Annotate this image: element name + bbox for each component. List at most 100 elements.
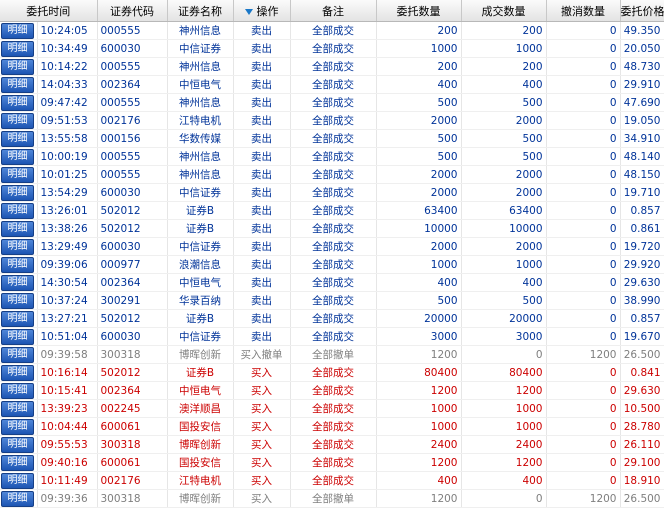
detail-button[interactable]: 明细 bbox=[1, 59, 34, 75]
deal-cell: 10000 bbox=[461, 219, 547, 238]
col-header-note[interactable]: 备注 bbox=[290, 0, 377, 22]
detail-button[interactable]: 明细 bbox=[1, 419, 34, 435]
detail-button[interactable]: 明细 bbox=[1, 131, 34, 147]
code-cell: 000977 bbox=[97, 255, 168, 274]
detail-button[interactable]: 明细 bbox=[1, 437, 34, 453]
table-row[interactable]: 明细 13:38:26 502012 证券B 卖出 全部成交 10000 10000 0 0.86… bbox=[0, 219, 664, 238]
code-cell: 002364 bbox=[97, 381, 168, 400]
col-header-code[interactable]: 证券代码 bbox=[97, 0, 168, 22]
table-row[interactable]: 明细 09:39:58 300318 博晖创新 买入撤单 全部撤单 1200 0 1200 26.… bbox=[0, 345, 664, 364]
detail-button[interactable]: 明细 bbox=[1, 239, 34, 255]
detail-button[interactable]: 明细 bbox=[1, 311, 34, 327]
detail-button[interactable]: 明细 bbox=[1, 149, 34, 165]
table-row[interactable]: 明细 13:26:01 502012 证券B 卖出 全部成交 63400 63400 0 0.85… bbox=[0, 201, 664, 220]
col-header-qty[interactable]: 委托数量 bbox=[376, 0, 462, 22]
op-cell: 买入 bbox=[233, 453, 291, 472]
time-cell: 10:04:44 bbox=[37, 417, 98, 436]
table-row[interactable]: 明细 10:11:49 002176 江特电机 买入 全部成交 400 400 0 18.910 bbox=[0, 471, 664, 490]
table-row[interactable]: 明细 13:39:23 002245 澳洋顺昌 买入 全部成交 1000 1000 0 10.50… bbox=[0, 399, 664, 418]
code-cell: 502012 bbox=[97, 219, 168, 238]
col-header-deal[interactable]: 成交数量 bbox=[461, 0, 547, 22]
detail-button[interactable]: 明细 bbox=[1, 203, 34, 219]
cancel-cell: 0 bbox=[546, 201, 621, 220]
table-row[interactable]: 明细 10:51:04 600030 中信证券 卖出 全部成交 3000 3000 0 19.67… bbox=[0, 327, 664, 346]
time-cell: 09:55:53 bbox=[37, 435, 98, 454]
cancel-cell: 0 bbox=[546, 453, 621, 472]
table-row[interactable]: 明细 09:39:36 300318 博晖创新 买入 全部撤单 1200 0 1200 26.50… bbox=[0, 489, 664, 508]
table-row[interactable]: 明细 10:37:24 300291 华录百纳 卖出 全部成交 500 500 0 38.990 bbox=[0, 291, 664, 310]
table-row[interactable]: 明细 13:29:49 600030 中信证券 卖出 全部成交 2000 2000 0 19.72… bbox=[0, 237, 664, 256]
table-row[interactable]: 明细 09:55:53 300318 博晖创新 买入 全部成交 2400 2400 0 26.11… bbox=[0, 435, 664, 454]
op-cell: 买入 bbox=[233, 381, 291, 400]
detail-button[interactable]: 明细 bbox=[1, 41, 34, 57]
name-cell: 证券B bbox=[167, 201, 234, 220]
table-row[interactable]: 明细 09:47:42 000555 神州信息 卖出 全部成交 500 500 0 47.690 bbox=[0, 93, 664, 112]
detail-button[interactable]: 明细 bbox=[1, 77, 34, 93]
qty-cell: 2400 bbox=[376, 435, 462, 454]
table-row[interactable]: 明细 09:40:16 600061 国投安信 买入 全部成交 1200 1200 0 29.10… bbox=[0, 453, 664, 472]
qty-cell: 400 bbox=[376, 75, 462, 94]
name-cell: 华数传媒 bbox=[167, 129, 234, 148]
table-row[interactable]: 明细 10:16:14 502012 证券B 买入 全部成交 80400 80400 0 0.84… bbox=[0, 363, 664, 382]
detail-button[interactable]: 明细 bbox=[1, 329, 34, 345]
price-cell: 29.630 bbox=[620, 381, 664, 400]
price-cell: 48.150 bbox=[620, 165, 664, 184]
table-row[interactable]: 明细 10:00:19 000555 神州信息 卖出 全部成交 500 500 0 48.140 bbox=[0, 147, 664, 166]
qty-cell: 200 bbox=[376, 21, 462, 40]
detail-button[interactable]: 明细 bbox=[1, 221, 34, 237]
table-row[interactable]: 明细 09:39:06 000977 浪潮信息 卖出 全部成交 1000 1000 0 29.92… bbox=[0, 255, 664, 274]
table-row[interactable]: 明细 10:34:49 600030 中信证券 卖出 全部成交 1000 1000 0 20.05… bbox=[0, 39, 664, 58]
detail-button[interactable]: 明细 bbox=[1, 113, 34, 129]
detail-button[interactable]: 明细 bbox=[1, 185, 34, 201]
name-cell: 国投安信 bbox=[167, 417, 234, 436]
cancel-cell: 1200 bbox=[546, 345, 621, 364]
deal-cell: 1000 bbox=[461, 255, 547, 274]
detail-button[interactable]: 明细 bbox=[1, 491, 34, 507]
cancel-cell: 0 bbox=[546, 57, 621, 76]
detail-button[interactable]: 明细 bbox=[1, 23, 34, 39]
detail-button[interactable]: 明细 bbox=[1, 383, 34, 399]
cancel-cell: 0 bbox=[546, 93, 621, 112]
detail-button[interactable]: 明细 bbox=[1, 95, 34, 111]
table-row[interactable]: 明细 14:30:54 002364 中恒电气 卖出 全部成交 400 400 0 29.630 bbox=[0, 273, 664, 292]
col-header-price[interactable]: 委托价格 bbox=[620, 0, 664, 22]
detail-button[interactable]: 明细 bbox=[1, 257, 34, 273]
col-header-op[interactable]: 操作 bbox=[233, 0, 291, 22]
op-cell: 买入 bbox=[233, 489, 291, 508]
table-row[interactable]: 明细 09:51:53 002176 江特电机 卖出 全部成交 2000 2000 0 19.05… bbox=[0, 111, 664, 130]
op-cell: 卖出 bbox=[233, 327, 291, 346]
col-header-time[interactable]: 委托时间 bbox=[0, 0, 98, 22]
detail-button[interactable]: 明细 bbox=[1, 275, 34, 291]
detail-button[interactable]: 明细 bbox=[1, 473, 34, 489]
time-cell: 09:51:53 bbox=[37, 111, 98, 130]
detail-cell: 明细 bbox=[0, 255, 38, 274]
detail-button[interactable]: 明细 bbox=[1, 365, 34, 381]
time-cell: 13:26:01 bbox=[37, 201, 98, 220]
detail-button[interactable]: 明细 bbox=[1, 167, 34, 183]
detail-cell: 明细 bbox=[0, 111, 38, 130]
note-cell: 全部成交 bbox=[290, 381, 377, 400]
table-row[interactable]: 明细 14:04:33 002364 中恒电气 卖出 全部成交 400 400 0 29.910 bbox=[0, 75, 664, 94]
detail-button[interactable]: 明细 bbox=[1, 401, 34, 417]
table-row[interactable]: 明细 10:15:41 002364 中恒电气 买入 全部成交 1200 1200 0 29.63… bbox=[0, 381, 664, 400]
name-cell: 神州信息 bbox=[167, 93, 234, 112]
detail-button[interactable]: 明细 bbox=[1, 293, 34, 309]
name-cell: 中信证券 bbox=[167, 183, 234, 202]
col-header-name[interactable]: 证券名称 bbox=[167, 0, 234, 22]
table-row[interactable]: 明细 13:54:29 600030 中信证券 卖出 全部成交 2000 2000 0 19.71… bbox=[0, 183, 664, 202]
detail-button[interactable]: 明细 bbox=[1, 455, 34, 471]
detail-cell: 明细 bbox=[0, 309, 38, 328]
table-row[interactable]: 明细 10:24:05 000555 神州信息 卖出 全部成交 200 200 0 49.350 bbox=[0, 21, 664, 40]
table-row[interactable]: 明细 10:01:25 000555 神州信息 卖出 全部成交 2000 2000 0 48.15… bbox=[0, 165, 664, 184]
qty-cell: 1000 bbox=[376, 399, 462, 418]
table-row[interactable]: 明细 10:04:44 600061 国投安信 买入 全部成交 1000 1000 0 28.78… bbox=[0, 417, 664, 436]
table-row[interactable]: 明细 10:14:22 000555 神州信息 卖出 全部成交 200 200 0 48.730 bbox=[0, 57, 664, 76]
table-row[interactable]: 明细 13:27:21 502012 证券B 卖出 全部成交 20000 20000 0 0.85… bbox=[0, 309, 664, 328]
col-header-cancel[interactable]: 撤消数量 bbox=[546, 0, 621, 22]
note-cell: 全部成交 bbox=[290, 255, 377, 274]
table-row[interactable]: 明细 13:55:58 000156 华数传媒 卖出 全部成交 500 500 0 34.910 bbox=[0, 129, 664, 148]
code-cell: 300318 bbox=[97, 345, 168, 364]
detail-cell: 明细 bbox=[0, 435, 38, 454]
detail-button[interactable]: 明细 bbox=[1, 347, 34, 363]
name-cell: 中恒电气 bbox=[167, 381, 234, 400]
